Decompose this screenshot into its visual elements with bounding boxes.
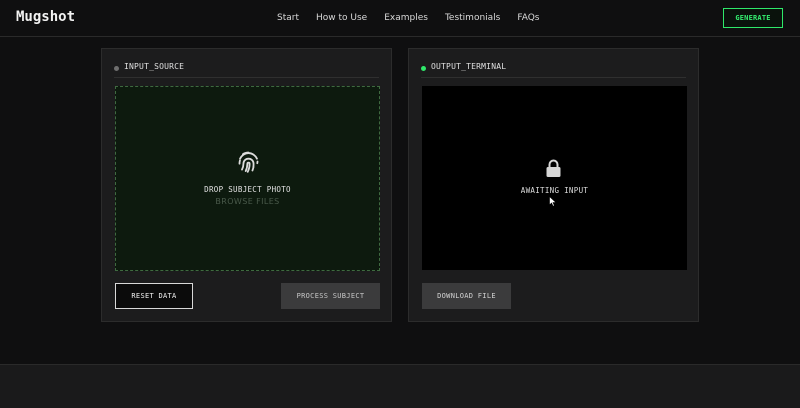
download-file-button[interactable]: DOWNLOAD FILE xyxy=(422,283,511,309)
nav-link-examples[interactable]: Examples xyxy=(384,13,428,23)
nav-link-testimonials[interactable]: Testimonials xyxy=(445,13,500,23)
awaiting-input-status: AWAITING INPUT xyxy=(520,186,589,195)
reset-data-button[interactable]: RESET DATA xyxy=(115,283,193,309)
site-header: Mugshot Start How to Use Examples Testim… xyxy=(0,0,800,37)
status-dot xyxy=(114,66,119,71)
panel-header: OUTPUT_TERMINAL xyxy=(421,62,686,78)
generate-button[interactable]: GENERATE xyxy=(723,8,783,28)
nav-link-start[interactable]: Start xyxy=(277,13,299,23)
page-footer xyxy=(0,364,800,408)
lock-icon xyxy=(546,159,561,177)
output-display: AWAITING INPUT xyxy=(422,86,687,270)
process-subject-button[interactable]: PROCESS SUBJECT xyxy=(281,283,380,309)
mouse-cursor-icon xyxy=(549,196,557,207)
browse-files-link[interactable]: BROWSE FILES xyxy=(116,197,379,206)
fingerprint-icon xyxy=(238,151,259,173)
nav-link-faqs[interactable]: FAQs xyxy=(517,13,539,23)
panel-header: INPUT_SOURCE xyxy=(114,62,379,78)
panel-title: OUTPUT_TERMINAL xyxy=(431,62,507,71)
output-terminal-panel: OUTPUT_TERMINAL AWAITING INPUT DOWNLOAD … xyxy=(408,48,699,322)
photo-dropzone[interactable]: DROP SUBJECT PHOTO BROWSE FILES xyxy=(115,86,380,271)
main-nav: Start How to Use Examples Testimonials F… xyxy=(277,13,556,23)
logo[interactable]: Mugshot xyxy=(16,9,75,25)
status-dot xyxy=(421,66,426,71)
input-source-panel: INPUT_SOURCE DROP SUBJECT PHOTO BROWSE F… xyxy=(101,48,392,322)
nav-link-how-to-use[interactable]: How to Use xyxy=(316,13,367,23)
panel-title: INPUT_SOURCE xyxy=(124,62,185,71)
drop-instruction: DROP SUBJECT PHOTO xyxy=(204,185,291,194)
